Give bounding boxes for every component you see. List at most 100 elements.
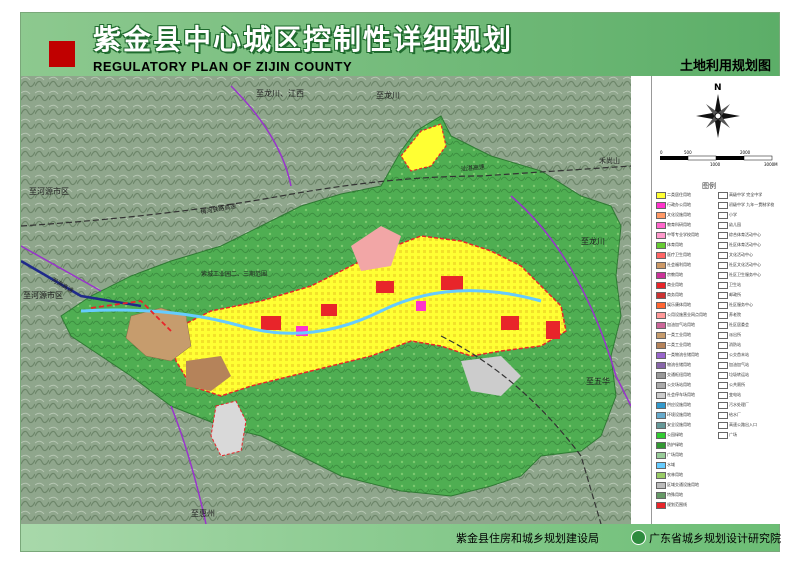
legend-facility-label: 高级中学 完全中学 xyxy=(729,192,763,197)
logo-square xyxy=(49,41,75,67)
svg-text:2000: 2000 xyxy=(740,150,751,155)
facility-symbol-icon xyxy=(718,202,728,209)
facility-symbol-icon xyxy=(718,302,728,309)
facility-symbol-icon xyxy=(718,412,728,419)
legend-facility-label: 社区卫生服务中心 xyxy=(729,272,761,277)
legend-item-label: 防护绿地 xyxy=(667,442,683,447)
legend-swatch xyxy=(656,412,666,419)
map-sheet: 紫金县中心城区控制性详细规划 REGULATORY PLAN OF ZIJIN … xyxy=(20,12,781,552)
legend-swatch xyxy=(656,482,666,489)
legend-item-label: 社会福利用地 xyxy=(667,262,691,267)
legend-item-label: 区域交通设施用地 xyxy=(667,482,699,487)
legend-item-label: 二类工业用地 xyxy=(667,342,691,347)
label-right-lower: 至五华 xyxy=(586,376,610,386)
legend-facility-label: 给水厂 xyxy=(729,412,741,417)
legend-item-label: 水域 xyxy=(667,462,675,467)
footer-org-left: 紫金县住房和城乡规划建设局 xyxy=(456,532,599,545)
legend-swatch xyxy=(656,272,666,279)
legend-facility-label: 邮政所 xyxy=(729,292,741,297)
map-type-label: 土地利用规划图 xyxy=(679,59,771,74)
legend-item-label: 医疗卫生用地 xyxy=(667,252,691,257)
legend-item-label: 物流仓储用地 xyxy=(667,362,691,367)
legend-item-label: 商业用地 xyxy=(667,282,683,287)
legend-item-label: 环境设施用地 xyxy=(667,412,691,417)
svg-text:0: 0 xyxy=(660,150,663,155)
map-canvas[interactable]: 至龙川、江西 至龙川 禾尚山 至河源市区 至河源市区 至龙川 至五华 至惠州 紫… xyxy=(21,76,631,524)
legend-item-label: 体育用地 xyxy=(667,242,683,247)
legend-item-label: 加油加气站用地 xyxy=(667,322,695,327)
facility-symbol-icon xyxy=(718,252,728,259)
legend-swatch xyxy=(656,192,666,199)
legend-swatch xyxy=(656,212,666,219)
legend-facility-label: 小学 xyxy=(729,212,737,217)
legend-item-label: 公园绿地 xyxy=(667,432,683,437)
label-left-upper: 至河源市区 xyxy=(29,186,69,196)
footer-org-right: 广东省城乡规划设计研究院 xyxy=(649,532,781,545)
legend-facility-label: 变电站 xyxy=(729,392,741,397)
facility-symbol-icon xyxy=(718,262,728,269)
legend-swatch xyxy=(656,462,666,469)
legend-item-label: 农林用地 xyxy=(667,472,683,477)
facility-symbol-icon xyxy=(718,272,728,279)
legend-item-label: 一类物流仓储用地 xyxy=(667,352,699,357)
compass-letter: N xyxy=(714,83,722,93)
legend-item-label: 特殊用地 xyxy=(667,492,683,497)
legend-swatch xyxy=(656,502,666,509)
legend-swatch xyxy=(656,352,666,359)
legend-swatch xyxy=(656,452,666,459)
facility-symbol-icon xyxy=(718,372,728,379)
scale-bar: 0 500 1000 2000 3000M xyxy=(660,150,778,167)
legend-swatch xyxy=(656,362,666,369)
legend-facility-label: 派出所 xyxy=(729,332,741,337)
legend-facility-label: 初级中学 九年一贯制学校 xyxy=(729,202,775,207)
legend-swatch xyxy=(656,322,666,329)
facility-symbol-icon xyxy=(718,342,728,349)
legend-swatch xyxy=(656,232,666,239)
legend-swatch xyxy=(656,472,666,479)
legend-item-label: 宗教用地 xyxy=(667,272,683,277)
legend-facility-label: 广场 xyxy=(729,432,737,437)
facility-symbol-icon xyxy=(718,312,728,319)
legend-facility-label: 卫生站 xyxy=(729,282,741,287)
legend-facility-label: 社区体育活动中心 xyxy=(729,242,761,247)
legend-swatch xyxy=(656,292,666,299)
legend-facility-label: 养老院 xyxy=(729,312,741,317)
legend-swatch xyxy=(656,372,666,379)
label-district: 紫城工业园二、三期范围 xyxy=(201,270,267,278)
legend-facility-label: 社区文化活动中心 xyxy=(729,262,761,267)
svg-text:1000: 1000 xyxy=(710,162,721,167)
legend-item-label: 公交场站用地 xyxy=(667,382,691,387)
legend-item-label: 文化设施用地 xyxy=(667,212,691,217)
legend-item-label: 二类居住用地 xyxy=(667,192,691,197)
legend-panel: N 0 500 1000 2000 3000M 图例 二类居住用地 行政办公用地… xyxy=(651,76,780,524)
facility-symbol-icon xyxy=(718,382,728,389)
facility-symbol-icon xyxy=(718,292,728,299)
legend-facility-label: 公共厕所 xyxy=(729,382,745,387)
legend-item-label: 社会停车场用地 xyxy=(667,392,695,397)
legend-swatch xyxy=(656,282,666,289)
legend-swatch xyxy=(656,382,666,389)
facility-symbol-icon xyxy=(718,322,728,329)
legend-swatch xyxy=(656,332,666,339)
legend-item-label: 广场用地 xyxy=(667,452,683,457)
legend-swatch xyxy=(656,392,666,399)
legend-item-label: 娱乐康体用地 xyxy=(667,302,691,307)
page-title: 紫金县中心城区控制性详细规划 xyxy=(93,23,514,56)
legend-title: 图例 xyxy=(702,182,716,190)
legend-item-label: 教育科研用地 xyxy=(667,222,691,227)
facility-symbol-icon xyxy=(718,432,728,439)
legend-swatch xyxy=(656,432,666,439)
legend-facility-label: 垃圾转运站 xyxy=(729,372,749,377)
commercial-block xyxy=(441,276,463,290)
institute-logo-icon xyxy=(631,530,646,545)
facility-symbol-icon xyxy=(718,402,728,409)
legend-facility-label: 文化活动中心 xyxy=(729,252,753,257)
legend-swatch xyxy=(656,442,666,449)
commercial-block xyxy=(501,316,519,330)
legend-facility-label: 加油加气站 xyxy=(729,362,749,367)
facility-symbol-icon xyxy=(718,332,728,339)
facility-symbol-icon xyxy=(718,192,728,199)
page-title-english: REGULATORY PLAN OF ZIJIN COUNTY xyxy=(93,59,353,74)
label-top-right: 禾尚山 xyxy=(599,156,620,165)
legend-swatch xyxy=(656,312,666,319)
